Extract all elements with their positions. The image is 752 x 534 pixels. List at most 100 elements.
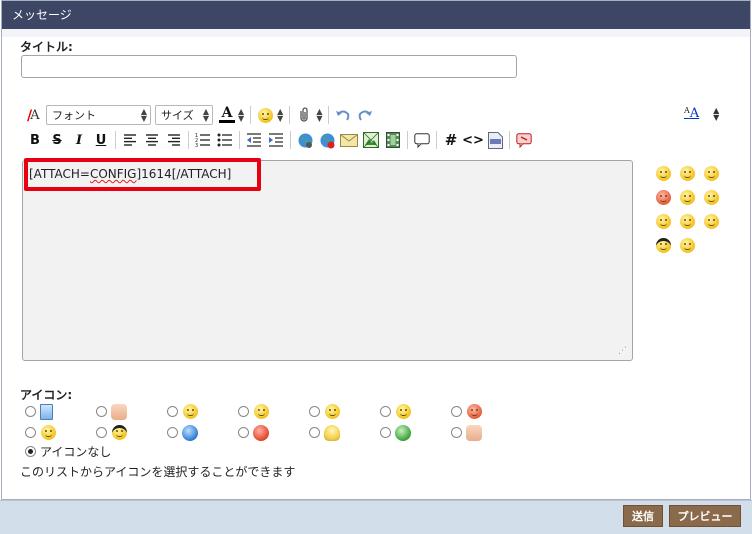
smiley-dropdown-icon[interactable]: ▲ ▼	[277, 108, 283, 123]
icon-radio[interactable]	[238, 427, 249, 438]
undo-icon[interactable]	[332, 104, 354, 126]
code-button[interactable]: <>	[462, 129, 484, 151]
icon-radio[interactable]	[25, 406, 36, 417]
surprised-icon[interactable]	[680, 238, 695, 253]
smiley-icon	[257, 107, 273, 123]
cool-icon[interactable]	[656, 238, 671, 253]
post-icon-grid	[25, 401, 522, 443]
toolbar-separator	[328, 106, 330, 124]
insert-link-icon[interactable]	[294, 129, 316, 151]
icon-radio[interactable]	[25, 427, 36, 438]
post-icon-row	[25, 422, 522, 443]
toolbar-separator	[115, 131, 116, 149]
tongue-icon[interactable]	[680, 190, 695, 205]
italic-button[interactable]: I	[68, 129, 90, 151]
wink-icon[interactable]	[704, 214, 719, 229]
font-select[interactable]: フォント ▲ ▼	[46, 105, 151, 125]
icon-radio[interactable]	[451, 406, 462, 417]
quote-icon[interactable]	[411, 129, 433, 151]
unordered-list-icon[interactable]	[214, 129, 236, 151]
question-icon	[182, 424, 198, 441]
resize-grip-icon[interactable]: ⋰	[618, 346, 627, 356]
size-select[interactable]: サイズ ▲ ▼	[155, 105, 213, 125]
redo-icon[interactable]	[354, 104, 376, 126]
icon-hint-text: このリストからアイコンを選択することができます	[20, 465, 296, 479]
title-input[interactable]	[21, 55, 517, 78]
laugh-icon[interactable]	[704, 190, 719, 205]
no-icon-label: アイコンなし	[40, 445, 112, 459]
send-button[interactable]: 送信	[623, 505, 663, 527]
ordered-list-icon[interactable]: 123	[192, 129, 214, 151]
title-label: タイトル:	[20, 40, 73, 54]
select-arrows-icon: ▲ ▼	[140, 107, 147, 123]
text-color-dropdown-icon[interactable]: ▲ ▼	[238, 108, 244, 123]
neutral-icon	[396, 404, 411, 419]
text-color-button[interactable]: A	[217, 104, 237, 126]
indent-icon[interactable]	[265, 129, 287, 151]
smiley-panel	[655, 165, 727, 261]
document-icon	[40, 403, 53, 420]
grin-icon[interactable]	[680, 166, 695, 181]
icon-radio[interactable]	[380, 406, 391, 417]
icon-radio[interactable]	[309, 427, 320, 438]
icon-radio[interactable]	[167, 406, 178, 417]
php-code-icon[interactable]	[484, 129, 506, 151]
insert-video-icon[interactable]	[382, 129, 404, 151]
align-center-icon[interactable]	[141, 129, 163, 151]
no-icon-option[interactable]: アイコンなし	[25, 443, 111, 460]
bold-button[interactable]: B	[24, 129, 46, 151]
svg-text:3: 3	[195, 143, 198, 147]
spoiler-icon[interactable]	[513, 129, 535, 151]
outdent-icon[interactable]	[243, 129, 265, 151]
icon-radio[interactable]	[451, 427, 462, 438]
blush-icon	[325, 404, 340, 419]
remove-link-icon[interactable]	[316, 129, 338, 151]
recycle-icon	[395, 424, 411, 441]
title-subbar	[2, 29, 750, 37]
frown-icon[interactable]	[704, 166, 719, 181]
insert-image-icon[interactable]	[360, 129, 382, 151]
align-right-icon[interactable]	[163, 129, 185, 151]
underline-button[interactable]: U	[90, 129, 112, 151]
icon-radio[interactable]	[167, 427, 178, 438]
attachment-dropdown-icon[interactable]: ▲ ▼	[316, 108, 322, 123]
smile-icon	[41, 425, 56, 440]
smile-icon	[254, 404, 269, 419]
thumbs-up-icon	[466, 424, 482, 441]
icon-radio[interactable]	[380, 427, 391, 438]
select-arrows-icon: ▲ ▼	[202, 107, 209, 123]
confused-icon[interactable]	[656, 214, 671, 229]
editor-toolbar-row-2: B S I U 123 # <>	[24, 129, 535, 151]
icon-radio[interactable]	[96, 406, 107, 417]
align-left-icon[interactable]	[119, 129, 141, 151]
toolbar-separator	[289, 106, 291, 124]
editor-toolbar-row-1: A / フォント ▲ ▼ サイズ ▲ ▼ A ▲ ▼ ▲ ▼ ▲ ▼	[24, 104, 376, 126]
icon-radio[interactable]	[309, 406, 320, 417]
smile-icon[interactable]	[656, 166, 671, 181]
toolbar-separator	[250, 106, 252, 124]
toolbar-separator	[509, 131, 510, 149]
cool-icon	[112, 425, 127, 440]
strikethrough-button[interactable]: S	[46, 129, 68, 151]
icon-radio[interactable]	[96, 427, 107, 438]
smiley-insert-button[interactable]	[254, 104, 276, 126]
preview-button[interactable]: プレビュー	[669, 505, 741, 527]
attachment-icon[interactable]	[293, 104, 315, 126]
embarrassed-icon[interactable]	[680, 214, 695, 229]
hash-button[interactable]: #	[440, 129, 462, 151]
toolbar-separator	[290, 131, 291, 149]
highlight-box	[24, 158, 261, 191]
grin-icon	[183, 404, 198, 419]
icon-radio[interactable]	[238, 406, 249, 417]
angry-icon[interactable]	[656, 190, 671, 205]
no-icon-radio[interactable]	[25, 446, 36, 457]
toolbar-separator	[188, 131, 189, 149]
expand-collapse-icon[interactable]: ▲ ▼	[713, 106, 719, 121]
window-title: メッセージ	[2, 1, 750, 29]
thumbs-down-icon	[111, 403, 127, 420]
email-icon[interactable]	[338, 129, 360, 151]
post-icon-row	[25, 401, 522, 422]
remove-format-icon[interactable]: A /	[24, 104, 46, 126]
text-size-icon[interactable]: AA	[684, 106, 699, 121]
toolbar-separator	[436, 131, 437, 149]
